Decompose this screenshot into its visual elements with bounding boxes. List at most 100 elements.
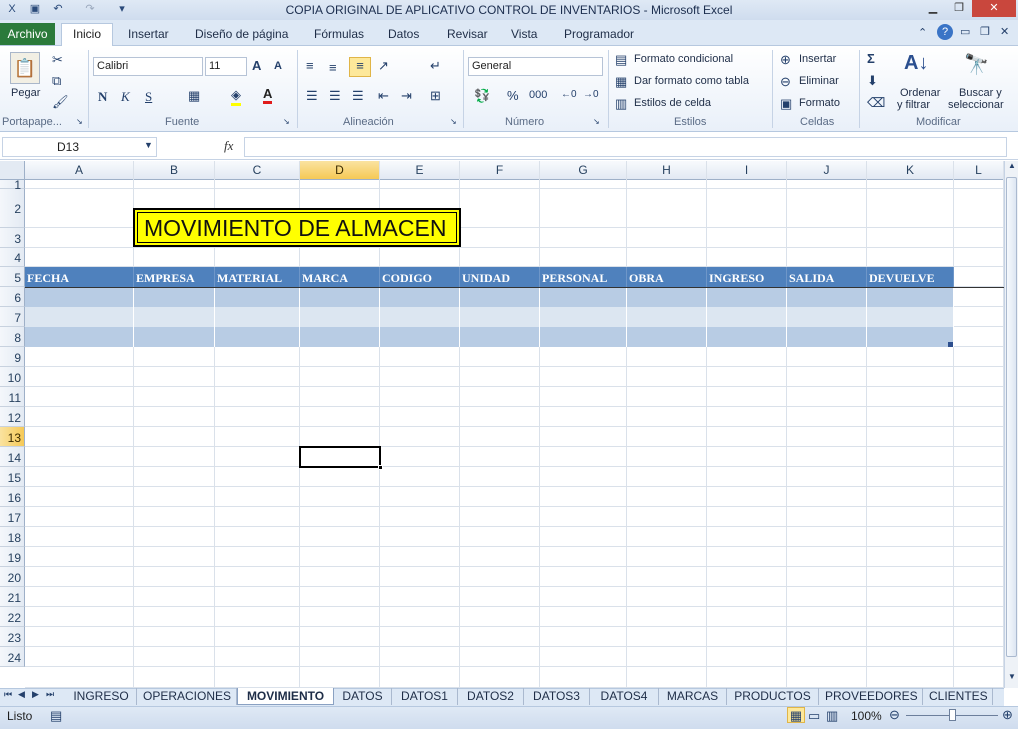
- find-select-button-line2[interactable]: seleccionar: [948, 99, 1004, 111]
- table-header-unidad[interactable]: UNIDAD: [460, 267, 540, 287]
- tab-insertar[interactable]: Insertar: [128, 27, 169, 41]
- zoom-slider-thumb[interactable]: [949, 709, 956, 721]
- workbook-restore-icon[interactable]: ❐: [980, 25, 990, 38]
- table-header-personal[interactable]: PERSONAL: [540, 267, 627, 287]
- row-header-11[interactable]: 11: [0, 387, 25, 407]
- row-header-15[interactable]: 15: [0, 467, 25, 487]
- table-header-marca[interactable]: MARCA: [300, 267, 380, 287]
- row-header-1[interactable]: 1: [0, 179, 25, 191]
- tab-archivo[interactable]: Archivo: [0, 23, 55, 45]
- row-header-13[interactable]: 13: [0, 427, 25, 447]
- currency-format-icon[interactable]: 💱: [474, 88, 490, 104]
- alignment-launcher-icon[interactable]: ↘: [450, 117, 457, 126]
- sheet-tab-clientes[interactable]: CLIENTES: [923, 688, 993, 705]
- sheet-tab-ingreso[interactable]: INGRESO: [66, 688, 137, 705]
- column-header-a[interactable]: A: [25, 161, 134, 180]
- bold-button[interactable]: N: [98, 89, 107, 105]
- column-header-j[interactable]: J: [787, 161, 867, 180]
- font-launcher-icon[interactable]: ↘: [283, 117, 290, 126]
- fill-icon[interactable]: ⬇: [867, 73, 878, 89]
- font-family-select[interactable]: Calibri: [93, 57, 203, 76]
- cell-styles-button[interactable]: Estilos de celda: [634, 97, 711, 109]
- select-all-button[interactable]: [0, 161, 25, 180]
- tab-inicio[interactable]: Inicio: [61, 23, 113, 47]
- row-header-20[interactable]: 20: [0, 567, 25, 587]
- column-header-f[interactable]: F: [460, 161, 540, 180]
- sheet-title-cell[interactable]: MOVIMIENTO DE ALMACEN: [133, 208, 461, 247]
- worksheet-grid[interactable]: ABCDEFGHIJKL 1 2 3 4 5 6 7 8 9 10 11 12 13 14 15 16 17 18…: [0, 161, 1004, 688]
- row-header-12[interactable]: 12: [0, 407, 25, 427]
- font-color-icon[interactable]: A: [263, 86, 273, 104]
- row-header-17[interactable]: 17: [0, 507, 25, 527]
- sheet-tab-datos4[interactable]: DATOS4: [590, 688, 659, 705]
- align-right-icon[interactable]: ☰: [352, 88, 364, 104]
- table-header-obra[interactable]: OBRA: [627, 267, 707, 287]
- workbook-close-icon[interactable]: ✕: [1000, 25, 1009, 38]
- delete-cells-button[interactable]: Eliminar: [799, 75, 839, 87]
- row-header-8[interactable]: 8: [0, 327, 25, 347]
- sheet-tab-operaciones[interactable]: OPERACIONES: [137, 688, 237, 705]
- scroll-down-icon[interactable]: ▼: [1006, 672, 1018, 681]
- row-header-6[interactable]: 6: [0, 287, 25, 307]
- scroll-up-icon[interactable]: ▲: [1006, 161, 1018, 170]
- align-middle-icon[interactable]: ≡: [329, 60, 337, 75]
- sheet-tab-movimiento[interactable]: MOVIMIENTO: [237, 688, 334, 705]
- table-resize-handle[interactable]: [948, 342, 953, 347]
- clear-icon[interactable]: ⌫: [867, 95, 885, 111]
- cut-icon[interactable]: ✂: [52, 52, 63, 68]
- table-row[interactable]: [25, 327, 954, 347]
- column-header-i[interactable]: I: [707, 161, 787, 180]
- table-row[interactable]: [25, 287, 954, 307]
- fill-color-icon[interactable]: ◈: [231, 87, 241, 106]
- format-as-table-button[interactable]: Dar formato como tabla: [634, 75, 749, 87]
- column-header-c[interactable]: C: [215, 161, 300, 180]
- italic-button[interactable]: K: [121, 89, 130, 105]
- name-box-dropdown-icon[interactable]: ▼: [144, 140, 153, 150]
- number-launcher-icon[interactable]: ↘: [593, 117, 600, 126]
- tab-formulas[interactable]: Fórmulas: [314, 27, 364, 41]
- row-header-10[interactable]: 10: [0, 367, 25, 387]
- paste-icon[interactable]: 📋: [10, 52, 40, 84]
- thousands-button[interactable]: 000: [529, 89, 547, 101]
- minimize-icon[interactable]: ▁: [920, 0, 946, 17]
- find-select-button[interactable]: Buscar y: [959, 87, 1002, 99]
- last-sheet-icon[interactable]: ⏭: [46, 689, 54, 700]
- tab-revisar[interactable]: Revisar: [447, 27, 488, 41]
- borders-icon[interactable]: ▦: [188, 88, 200, 104]
- sheet-tab-datos2[interactable]: DATOS2: [458, 688, 524, 705]
- decrease-indent-icon[interactable]: ⇤: [378, 88, 389, 104]
- row-header-5[interactable]: 5: [0, 267, 25, 287]
- sort-filter-icon[interactable]: A↓: [904, 52, 928, 75]
- sheet-tab-proveedores[interactable]: PROVEEDORES: [819, 688, 923, 705]
- wrap-text-icon[interactable]: ↵: [430, 58, 441, 74]
- name-box[interactable]: D13: [2, 137, 157, 157]
- sheet-tab-datos[interactable]: DATOS: [334, 688, 392, 705]
- sheet-tab-datos3[interactable]: DATOS3: [524, 688, 590, 705]
- tab-programador[interactable]: Programador: [564, 27, 634, 41]
- decrease-decimal-icon[interactable]: →0: [583, 89, 599, 100]
- clipboard-launcher-icon[interactable]: ↘: [76, 117, 83, 126]
- row-header-16[interactable]: 16: [0, 487, 25, 507]
- percent-button[interactable]: %: [507, 88, 519, 103]
- row-header-14[interactable]: 14: [0, 447, 25, 467]
- row-header-9[interactable]: 9: [0, 347, 25, 367]
- tab-diseno-pagina[interactable]: Diseño de página: [195, 27, 288, 41]
- row-header-7[interactable]: 7: [0, 307, 25, 327]
- shrink-font-icon[interactable]: A: [274, 60, 282, 72]
- autosum-icon[interactable]: Σ: [867, 51, 875, 66]
- zoom-in-icon[interactable]: ⊕: [1002, 707, 1013, 723]
- row-header-19[interactable]: 19: [0, 547, 25, 567]
- first-sheet-icon[interactable]: ⏮: [4, 689, 12, 700]
- prev-sheet-icon[interactable]: ◀: [18, 689, 25, 700]
- align-bottom-icon[interactable]: ≡: [349, 57, 371, 77]
- table-header-empresa[interactable]: EMPRESA: [134, 267, 215, 287]
- page-break-view-icon[interactable]: ▥: [826, 708, 838, 724]
- close-icon[interactable]: ✕: [972, 0, 1016, 17]
- row-header-2[interactable]: 2: [0, 189, 25, 228]
- zoom-level[interactable]: 100%: [851, 709, 882, 723]
- column-header-g[interactable]: G: [540, 161, 627, 180]
- row-header-18[interactable]: 18: [0, 527, 25, 547]
- sheet-tab-datos1[interactable]: DATOS1: [392, 688, 458, 705]
- underline-button[interactable]: S: [145, 89, 152, 105]
- row-header-21[interactable]: 21: [0, 587, 25, 607]
